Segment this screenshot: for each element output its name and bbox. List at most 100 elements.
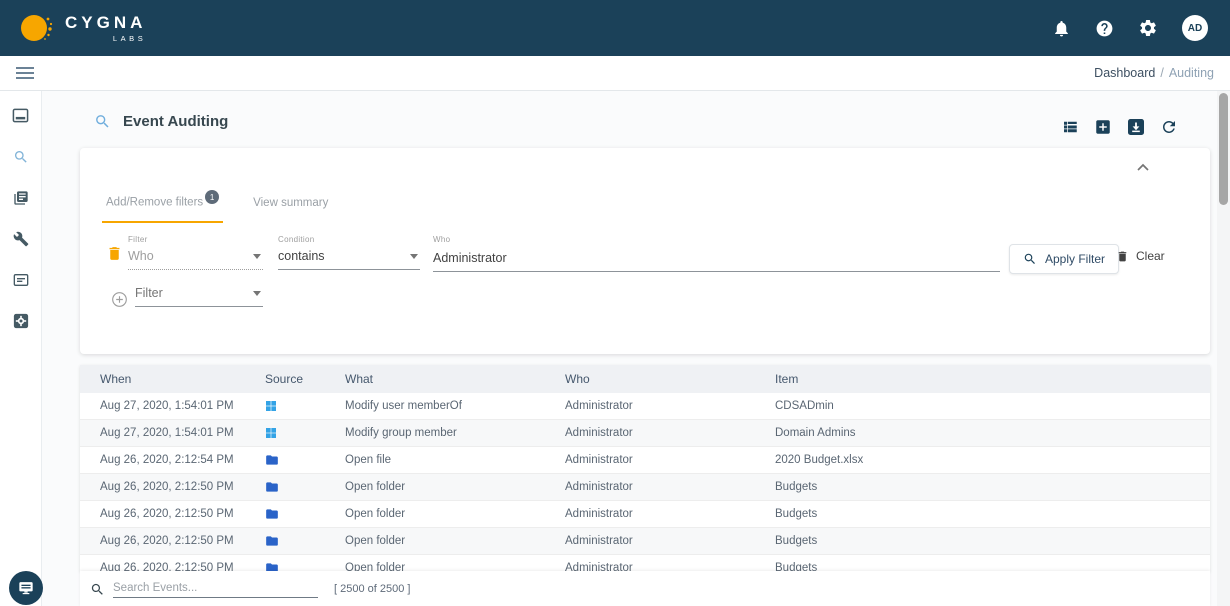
cell-what: Open folder [345, 474, 405, 501]
filter-field-select[interactable]: Filter Who [128, 235, 263, 270]
table-row[interactable]: Aug 27, 2020, 1:54:01 PM Modify user memb… [80, 393, 1210, 420]
add-filter-button[interactable] [111, 291, 128, 308]
table-row[interactable]: Aug 26, 2020, 2:12:50 PMOpen folderAdmin… [80, 474, 1210, 501]
sidebar-item-tools[interactable] [11, 229, 31, 249]
search-events-input[interactable] [113, 580, 318, 598]
sidebar-item-search[interactable] [11, 147, 31, 167]
add-filter-set-button[interactable] [1094, 118, 1112, 136]
settings-button[interactable] [1138, 18, 1158, 38]
breadcrumb-dashboard[interactable]: Dashboard [1094, 66, 1155, 80]
col-who[interactable]: Who [565, 365, 590, 393]
cell-what: Modify group member [345, 420, 457, 447]
breadcrumb-auditing: Auditing [1169, 66, 1214, 80]
folder-icon [265, 454, 279, 466]
folder-icon [265, 535, 279, 547]
sidebar [0, 91, 42, 606]
cell-source [265, 454, 279, 466]
table-footer: [ 2500 of 2500 ] [80, 571, 1210, 606]
brand-sub: LABS [65, 34, 146, 43]
trash-icon-dark [1116, 250, 1129, 263]
console-icon [13, 272, 29, 288]
col-when[interactable]: When [100, 365, 131, 393]
sidebar-item-console[interactable] [11, 270, 31, 290]
apply-filter-button[interactable]: Apply Filter [1009, 244, 1119, 274]
new-filter-select[interactable]: Filter [135, 286, 263, 307]
brand-name: CYGNA [65, 14, 146, 31]
cell-who: Administrator [565, 447, 633, 474]
col-what[interactable]: What [345, 365, 373, 393]
documents-icon [13, 190, 29, 206]
scrollbar-thumb[interactable] [1219, 93, 1228, 205]
table-row[interactable]: Aug 26, 2020, 2:12:50 PMOpen folderAdmin… [80, 555, 1210, 571]
live-console-fab[interactable] [9, 571, 43, 605]
sidebar-item-settings[interactable] [11, 311, 31, 331]
help-button[interactable] [1095, 19, 1114, 38]
cell-when: Aug 26, 2020, 2:12:50 PM [100, 528, 234, 555]
view-list-icon [1061, 118, 1079, 136]
devices-icon [12, 107, 29, 124]
collapse-panel-button[interactable] [1134, 160, 1152, 174]
cell-item: Budgets [775, 474, 817, 501]
menu-toggle-button[interactable] [16, 66, 34, 80]
user-avatar[interactable]: AD [1182, 15, 1208, 41]
avatar-initials: AD [1182, 15, 1208, 41]
tab-view-summary[interactable]: View summary [249, 196, 332, 223]
condition-select[interactable]: Condition contains [278, 235, 420, 270]
cygna-logo[interactable]: CYGNA LABS [18, 8, 146, 48]
main-content: Event Auditing [42, 91, 1230, 606]
caret-down-icon [253, 291, 261, 296]
caret-down-icon [253, 254, 261, 259]
folder-icon [265, 508, 279, 520]
cygna-logo-icon [18, 8, 56, 48]
cell-who: Administrator [565, 528, 633, 555]
page-toolbar [1061, 118, 1178, 136]
condition-label: Condition [278, 235, 420, 244]
tab-add-remove-filters[interactable]: Add/Remove filters1 [102, 196, 223, 223]
add-box-icon [1094, 118, 1112, 136]
table-row[interactable]: Aug 26, 2020, 2:12:50 PMOpen folderAdmin… [80, 501, 1210, 528]
circle-plus-icon [111, 291, 128, 308]
search-icon [13, 149, 29, 165]
remove-filter-button[interactable] [106, 245, 123, 262]
cell-when: Aug 26, 2020, 2:12:54 PM [100, 447, 234, 474]
col-source[interactable]: Source [265, 365, 303, 393]
cell-when: Aug 27, 2020, 1:54:01 PM [100, 420, 234, 447]
tools-icon [13, 231, 29, 247]
who-value-field: Who [433, 235, 1000, 272]
who-field-label: Who [433, 235, 1000, 244]
col-item[interactable]: Item [775, 365, 798, 393]
console-monitor-icon [16, 578, 36, 598]
clear-filter-button[interactable]: Clear [1116, 249, 1165, 263]
cell-when: Aug 27, 2020, 1:54:01 PM [100, 393, 234, 420]
filter-panel: Add/Remove filters1 View summary Filter … [80, 148, 1210, 354]
audit-search-icon [94, 113, 111, 130]
table-row[interactable]: Aug 27, 2020, 1:54:01 PM Modify group mem… [80, 420, 1210, 447]
cell-when: Aug 26, 2020, 2:12:50 PM [100, 474, 234, 501]
refresh-button[interactable] [1160, 118, 1178, 136]
cell-source [265, 562, 279, 571]
cell-what: Open folder [345, 501, 405, 528]
view-columns-button[interactable] [1061, 118, 1079, 136]
export-button[interactable] [1127, 118, 1145, 136]
help-icon [1095, 19, 1114, 38]
new-filter-placeholder: Filter [135, 286, 163, 300]
notifications-button[interactable] [1052, 19, 1071, 38]
sidebar-item-reports[interactable] [11, 188, 31, 208]
cell-source [265, 508, 279, 520]
clear-label: Clear [1136, 249, 1165, 263]
table-row[interactable]: Aug 26, 2020, 2:12:54 PMOpen fileAdminis… [80, 447, 1210, 474]
table-row[interactable]: Aug 26, 2020, 2:12:50 PMOpen folderAdmin… [80, 528, 1210, 555]
export-icon [1127, 118, 1145, 136]
sidebar-item-devices[interactable] [10, 105, 31, 126]
cell-what: Modify user memberOf [345, 393, 462, 420]
tab-label: Add/Remove filters [106, 197, 203, 209]
breadcrumb-separator: / [1160, 66, 1163, 80]
filter-count-badge: 1 [205, 190, 219, 204]
cell-item: CDSADmin [775, 393, 834, 420]
filter-field-label: Filter [128, 235, 263, 244]
who-value-input[interactable] [433, 251, 1000, 272]
refresh-icon [1160, 118, 1178, 136]
windows-icon [265, 427, 277, 439]
breadcrumb-bar: Dashboard / Auditing [0, 56, 1230, 91]
trash-icon-orange [106, 245, 123, 262]
